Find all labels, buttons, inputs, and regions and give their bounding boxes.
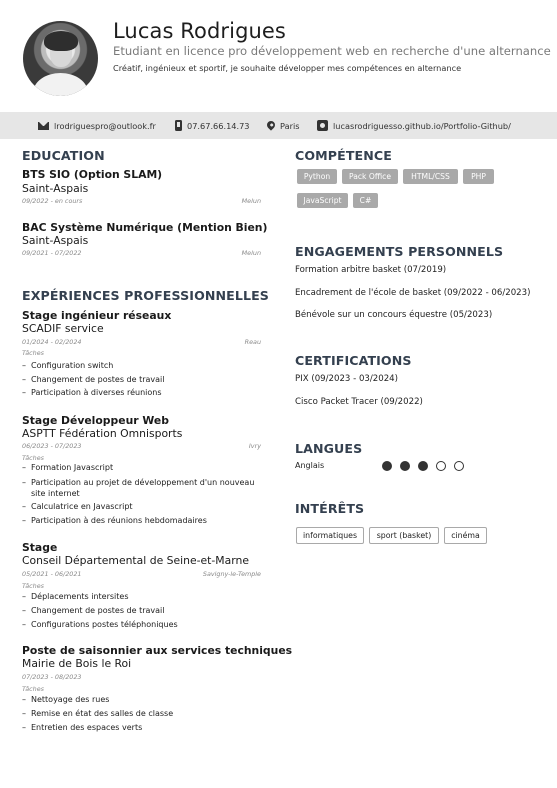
skill-tag: C# (353, 193, 378, 208)
education-dates: 09/2021 - 07/2022 (22, 249, 82, 257)
education-meta: 09/2022 - en cours Melun (22, 197, 261, 205)
task-item: Participation à des réunions hebdomadair… (22, 516, 262, 527)
experience-role: Stage (22, 541, 58, 554)
experience-meta: 06/2023 - 07/2023 Ivry (22, 442, 261, 450)
experience-dates: 01/2024 - 02/2024 (22, 338, 82, 346)
experience-location: Reau (244, 338, 261, 346)
experience-location: Ivry (248, 442, 261, 450)
experience-company: SCADIF service (22, 322, 104, 335)
contact-bar: lrodriguespro@outlook.fr 07.67.66.14.73 … (0, 112, 557, 139)
task-item: Configuration switch (22, 361, 262, 372)
candidate-name: Lucas Rodrigues (113, 19, 286, 43)
task-item: Remise en état des salles de classe (22, 709, 262, 720)
experience-role: Poste de saisonnier aux services techniq… (22, 644, 293, 657)
task-item: Déplacements intersites (22, 592, 262, 603)
experience-heading: EXPÉRIENCES PROFESSIONNELLES (22, 288, 269, 303)
candidate-tagline: Créatif, ingénieux et sportif, je souhai… (113, 63, 462, 73)
level-dot-filled (400, 461, 410, 471)
certification-item: Cisco Packet Tracer (09/2022) (295, 397, 423, 407)
skill-tag: Python (297, 169, 337, 184)
education-heading: EDUCATION (22, 148, 105, 163)
education-degree: BAC Système Numérique (Mention Bien) (22, 221, 268, 234)
experience-location: Savigny-le-Temple (202, 570, 261, 578)
education-dates: 09/2022 - en cours (22, 197, 83, 205)
level-dot-filled (418, 461, 428, 471)
engagements-heading: ENGAGEMENTS PERSONNELS (295, 244, 504, 259)
level-dot-filled (382, 461, 392, 471)
tasks-label: Tâches (22, 349, 44, 357)
candidate-subtitle: Etudiant en licence pro développement we… (113, 44, 551, 58)
engagement-item: Encadrement de l'école de basket (09/202… (295, 288, 531, 298)
education-degree: BTS SIO (Option SLAM) (22, 168, 163, 181)
interest-tag: sport (basket) (369, 527, 439, 544)
task-item: Changement de postes de travail (22, 606, 262, 617)
interests-heading: INTÉRÊTS (295, 501, 365, 516)
contact-email[interactable]: lrodriguespro@outlook.fr (38, 112, 156, 139)
task-item: Calculatrice en Javascript (22, 502, 262, 513)
contact-city: Paris (265, 112, 300, 139)
education-school: Saint-Aspais (22, 182, 89, 195)
level-dot-empty (436, 461, 446, 471)
task-item: Nettoyage des rues (22, 695, 262, 706)
contact-phone[interactable]: 07.67.66.14.73 (175, 112, 250, 139)
engagement-item: Bénévole sur un concours équestre (05/20… (295, 310, 493, 320)
skills-heading: COMPÉTENCE (295, 148, 392, 163)
task-item: Entretien des espaces verts (22, 723, 262, 734)
experience-dates: 07/2023 - 08/2023 (22, 673, 82, 681)
education-location: Melun (241, 197, 261, 205)
languages-heading: LANGUES (295, 441, 363, 456)
task-item: Participation au projet de développement… (22, 478, 262, 499)
experience-company: Conseil Départemental de Seine-et-Marne (22, 554, 249, 567)
experience-meta: 05/2021 - 06/2021 Savigny-le-Temple (22, 570, 261, 578)
experience-role: Stage Développeur Web (22, 414, 169, 427)
education-meta: 09/2021 - 07/2022 Melun (22, 249, 261, 257)
experience-company: Mairie de Bois le Roi (22, 657, 132, 670)
experience-meta: 07/2023 - 08/2023 (22, 673, 261, 681)
cv-header: Lucas Rodrigues Etudiant en licence pro … (0, 0, 557, 112)
tasks-label: Tâches (22, 454, 44, 462)
experience-role: Stage ingénieur réseaux (22, 309, 172, 322)
task-item: Formation Javascript (22, 463, 262, 474)
experience-company: ASPTT Fédération Omnisports (22, 427, 183, 440)
skill-tag: HTML/CSS (403, 169, 458, 184)
skill-tag: PHP (463, 169, 494, 184)
task-item: Configurations postes téléphoniques (22, 620, 262, 631)
certification-item: PIX (09/2023 - 03/2024) (295, 374, 399, 384)
tasks-label: Tâches (22, 582, 44, 590)
experience-meta: 01/2024 - 02/2024 Reau (22, 338, 261, 346)
tasks-label: Tâches (22, 685, 44, 693)
engagement-item: Formation arbitre basket (07/2019) (295, 265, 447, 275)
language-name: Anglais (295, 461, 325, 470)
interest-tag: cinéma (444, 527, 487, 544)
contact-email-text: lrodriguespro@outlook.fr (54, 120, 156, 131)
location-pin-icon (265, 118, 277, 131)
experience-dates: 05/2021 - 06/2021 (22, 570, 82, 578)
mail-icon (38, 121, 49, 130)
contact-phone-text: 07.67.66.14.73 (187, 120, 250, 131)
profile-photo (23, 21, 98, 96)
contact-city-text: Paris (280, 120, 300, 131)
education-school: Saint-Aspais (22, 234, 89, 247)
task-item: Changement de postes de travail (22, 375, 262, 386)
contact-website-text: lucasrodriguesso.github.io/Portfolio-Git… (333, 120, 511, 131)
skill-tag: JavaScript (297, 193, 348, 208)
skill-tag: Pack Office (342, 169, 398, 184)
contact-website[interactable]: lucasrodriguesso.github.io/Portfolio-Git… (317, 112, 511, 139)
experience-dates: 06/2023 - 07/2023 (22, 442, 82, 450)
certifications-heading: CERTIFICATIONS (295, 353, 412, 368)
github-icon (317, 120, 328, 131)
interest-tag: informatiques (296, 527, 364, 544)
level-dot-empty (454, 461, 464, 471)
education-location: Melun (241, 249, 261, 257)
task-item: Participation à diverses réunions (22, 388, 262, 399)
phone-icon (175, 120, 182, 131)
